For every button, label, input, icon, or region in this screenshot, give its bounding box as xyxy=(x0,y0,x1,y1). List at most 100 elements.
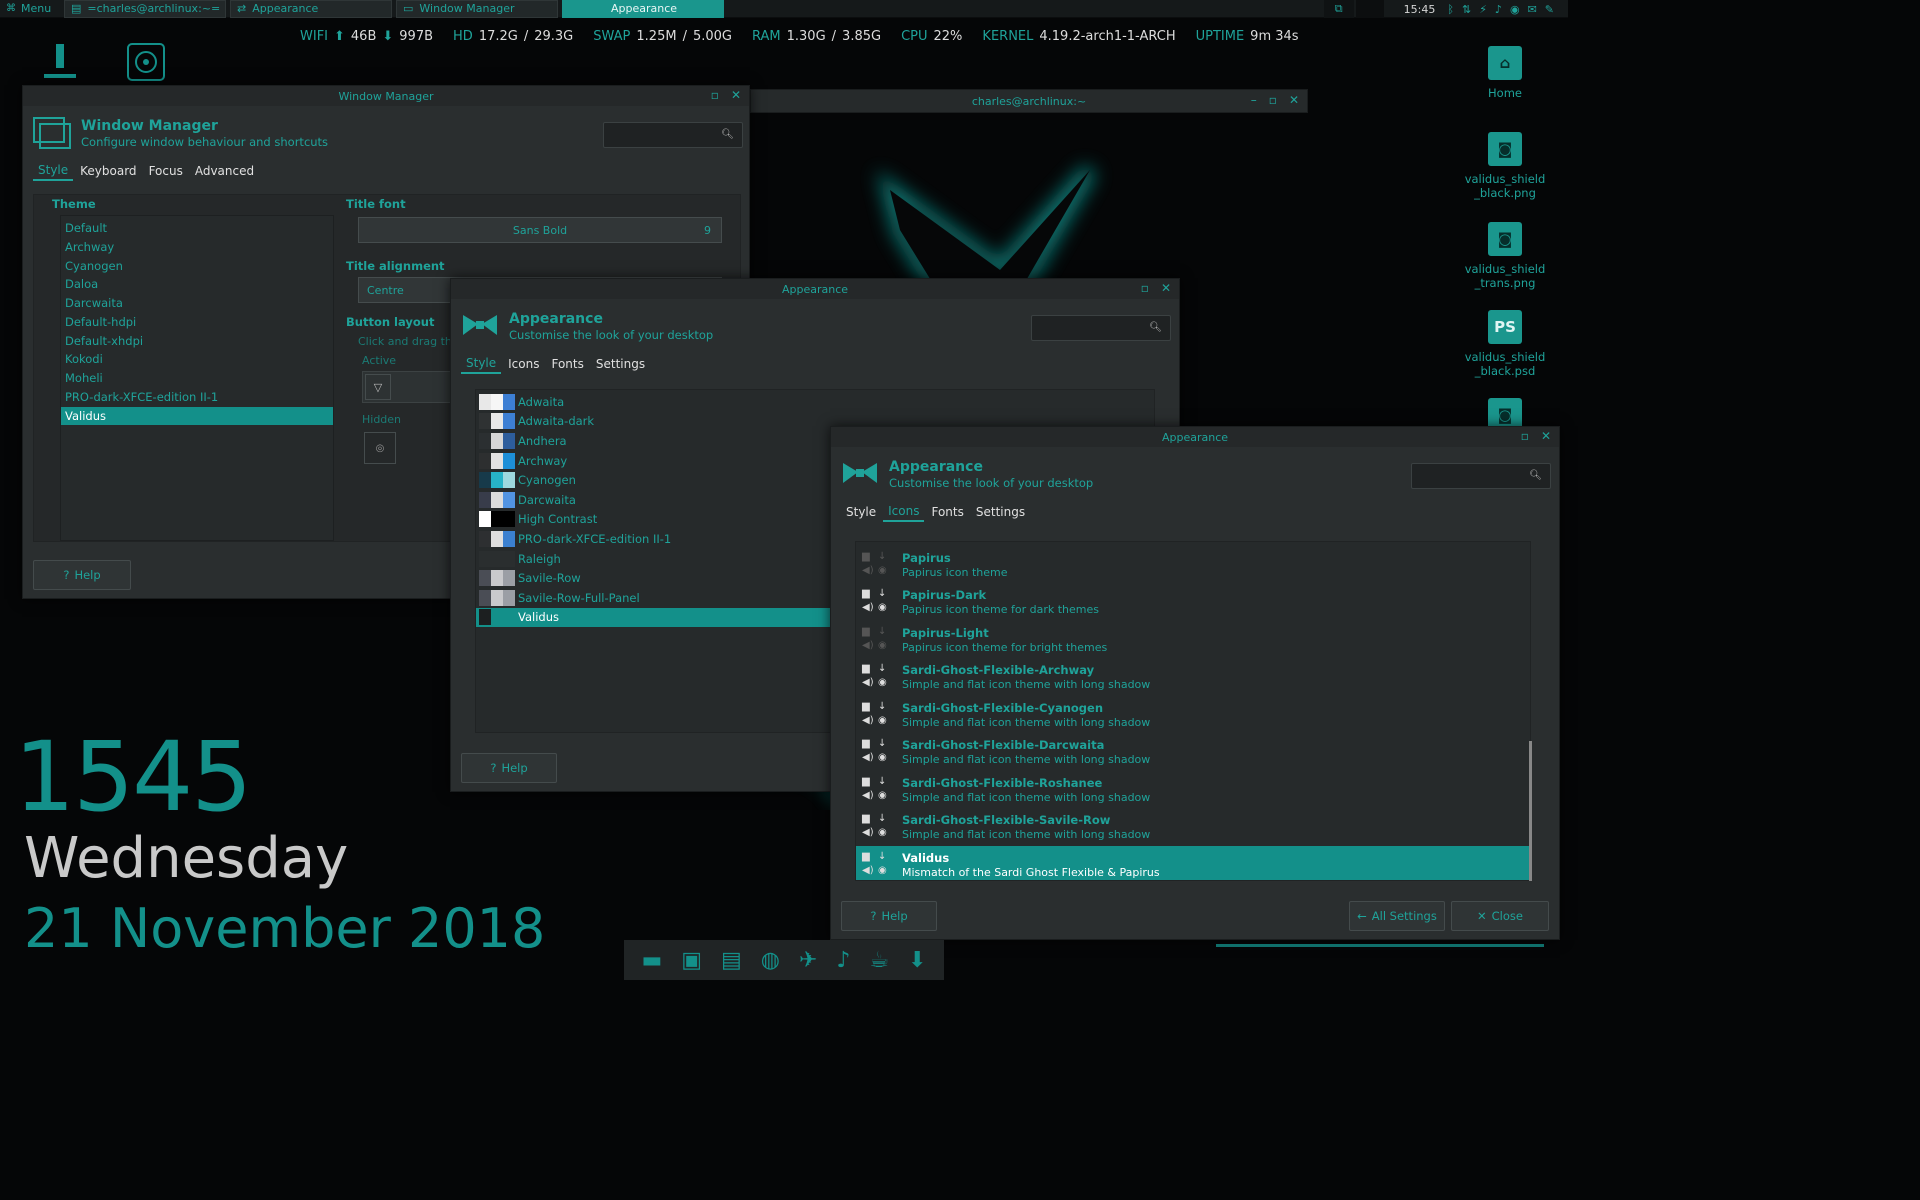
tab-settings[interactable]: Settings xyxy=(971,503,1030,521)
tab-focus[interactable]: Focus xyxy=(144,162,188,180)
icon-theme-item[interactable]: ▆ ↓ ◀) ◉ Sardi-Ghost-Flexible-Roshanee Simple… xyxy=(856,771,1530,809)
window-titlebar[interactable]: Appearance ▫ ✕ xyxy=(451,279,1179,299)
minimize-icon[interactable]: – xyxy=(1251,93,1257,107)
icon-theme-item[interactable]: ▆ ↓ ◀) ◉ Sardi-Ghost-Flexible-Archway Simple … xyxy=(856,659,1530,697)
maximize-icon[interactable]: ▫ xyxy=(1141,281,1149,295)
window-titlebar[interactable]: Window Manager ▫ ✕ xyxy=(23,86,749,106)
close-button[interactable]: ✕ Close xyxy=(1451,901,1549,931)
theme-list-item[interactable]: PRO-dark-XFCE-edition II-1 xyxy=(61,388,333,407)
theme-list-item[interactable]: Moheli xyxy=(61,369,333,388)
icon-theme-item[interactable]: ▆ ↓ ◀) ◉ Papirus-Dark Papirus icon theme for … xyxy=(856,584,1530,622)
workspace-switcher[interactable]: ⧉ xyxy=(1323,0,1354,18)
icon-theme-item[interactable]: ▆ ↓ ◀) ◉ Papirus Papirus icon theme xyxy=(856,546,1530,584)
tab-advanced[interactable]: Advanced xyxy=(190,162,259,180)
volume-icon[interactable]: ♪ xyxy=(1495,3,1502,16)
theme-list-item[interactable]: Cyanogen xyxy=(61,257,333,276)
search-input[interactable]: 🔍︎ xyxy=(1411,463,1551,489)
search-input[interactable]: 🔍︎ xyxy=(1031,315,1171,341)
style-list-item[interactable]: Adwaita xyxy=(476,392,1154,412)
tab-style[interactable]: Style xyxy=(461,354,502,374)
theme-list-item[interactable]: Default-xhdpi xyxy=(61,332,333,351)
menu-button[interactable]: ⌘ Menu xyxy=(0,2,60,15)
taskbar-item-appearance[interactable]: ⇄ Appearance xyxy=(230,0,392,18)
desktop-icon-file[interactable]: ◙ xyxy=(1462,398,1548,428)
music-icon[interactable]: ♪ xyxy=(836,948,850,973)
workspace-2[interactable] xyxy=(1355,0,1384,18)
tab-fonts[interactable]: Fonts xyxy=(926,503,968,521)
usb-drive-icon[interactable] xyxy=(40,42,80,80)
maximize-icon[interactable]: ▫ xyxy=(1269,93,1277,107)
theme-section: Theme Default Archway Cyanogen Daloa Darcwai… xyxy=(42,195,338,541)
teapot-icon[interactable]: ☕ xyxy=(869,948,889,973)
style-preview-swatch xyxy=(476,511,516,528)
icon-theme-item[interactable]: ▆ ↓ ◀) ◉ Papirus-Light Papirus icon theme for… xyxy=(856,621,1530,659)
desktop-icon-file[interactable]: ◙ validus_shield_trans.png xyxy=(1462,222,1548,290)
window-titlebar[interactable]: Appearance ▫ ✕ xyxy=(831,427,1559,447)
mail-icon[interactable]: ✉ xyxy=(1528,3,1537,16)
taskbar-item-appearance-active[interactable]: Appearance xyxy=(562,0,724,18)
terminal-titlebar[interactable]: charles@archlinux:~ – ▫ ✕ xyxy=(750,89,1308,113)
list-scrollbar[interactable] xyxy=(1529,741,1532,881)
network-icon[interactable]: ⇅ xyxy=(1462,3,1471,16)
terminal-icon[interactable]: ▣ xyxy=(681,948,702,973)
help-button[interactable]: ? Help xyxy=(461,753,557,783)
tab-settings[interactable]: Settings xyxy=(591,355,650,373)
title-alignment-label: Title alignment xyxy=(346,259,445,273)
update-icon[interactable]: ◉ xyxy=(1510,3,1520,16)
theme-list[interactable]: Default Archway Cyanogen Daloa Darcwaita Defa… xyxy=(60,215,334,541)
tab-fonts[interactable]: Fonts xyxy=(546,355,588,373)
theme-list-item[interactable]: Default-hdpi xyxy=(61,313,333,332)
show-desktop-icon[interactable]: ▬ xyxy=(641,948,662,973)
power-icon[interactable]: ⚡ xyxy=(1479,3,1487,16)
taskbar-item-terminal[interactable]: ▤ =charles@archlinux:~= xyxy=(64,0,226,18)
theme-list-item[interactable]: Default xyxy=(61,219,333,238)
bluetooth-icon[interactable]: ᛒ xyxy=(1447,3,1454,16)
icon-theme-item[interactable]: ▆ ↓ ◀) ◉ Sardi-Ghost-Flexible-Darcwaita Simpl… xyxy=(856,734,1530,772)
theme-list-item[interactable]: Archway xyxy=(61,238,333,257)
wifi-label: WIFI xyxy=(300,28,328,44)
close-icon[interactable]: ✕ xyxy=(1541,429,1551,443)
taskbar-item-window-manager[interactable]: ▭ Window Manager xyxy=(396,0,558,18)
help-label: Help xyxy=(881,909,908,923)
tab-style[interactable]: Style xyxy=(841,503,881,521)
title-font-button[interactable]: Sans Bold 9 xyxy=(358,217,722,243)
menu-dropdown-button[interactable]: ▽ xyxy=(365,374,391,400)
icon-theme-item[interactable]: ▆ ↓ ◀) ◉ Validus Mismatch of the Sardi Ghost … xyxy=(856,846,1530,880)
appearance-icon: ⇄ xyxy=(237,2,247,15)
icon-theme-list[interactable]: ▆ ↓ ◀) ◉ Papirus Papirus icon theme ▆ ↓ ◀) ◉ Papir… xyxy=(855,541,1531,881)
speaker-icon: ◀) xyxy=(862,714,874,726)
theme-list-item[interactable]: Validus xyxy=(61,406,333,426)
uptime-label: UPTIME xyxy=(1195,28,1245,44)
desktop-icon-home[interactable]: ⌂ Home xyxy=(1462,46,1548,100)
tab-style[interactable]: Style xyxy=(33,161,74,181)
desktop-icon-file[interactable]: PS validus_shield_black.psd xyxy=(1462,310,1548,378)
tab-icons[interactable]: Icons xyxy=(503,355,544,373)
bowtie-icon xyxy=(461,310,499,342)
theme-list-item[interactable]: Daloa xyxy=(61,275,333,294)
theme-list-item[interactable]: Darcwaita xyxy=(61,294,333,313)
notes-icon[interactable]: ✎ xyxy=(1545,3,1554,16)
header-subtitle: Customise the look of your desktop xyxy=(889,475,1094,490)
icon-theme-item[interactable]: ▆ ↓ ◀) ◉ Sardi-Ghost-Flexible-Savile-Row Simp… xyxy=(856,809,1530,847)
maximize-icon[interactable]: ▫ xyxy=(1521,429,1529,443)
browser-icon[interactable]: ◍ xyxy=(761,948,780,973)
tab-keyboard[interactable]: Keyboard xyxy=(75,162,141,180)
maximize-icon[interactable]: ▫ xyxy=(711,88,719,102)
hidden-button[interactable]: ◎ xyxy=(364,432,396,464)
disk-drive-icon[interactable] xyxy=(126,42,166,82)
desktop-icon-file[interactable]: ◙ validus_shield_black.png xyxy=(1462,132,1548,200)
help-button[interactable]: ? Help xyxy=(33,560,131,590)
all-settings-button[interactable]: ← All Settings xyxy=(1349,901,1445,931)
folder-icon[interactable]: ▤ xyxy=(721,948,742,973)
download-manager-icon[interactable]: ⬇ xyxy=(908,948,926,973)
close-icon[interactable]: ✕ xyxy=(1161,281,1171,295)
theme-list-item[interactable]: Kokodi xyxy=(61,350,333,369)
search-input[interactable]: 🔍︎ xyxy=(603,122,743,148)
close-icon[interactable]: ✕ xyxy=(731,88,741,102)
mail-client-icon[interactable]: ✈ xyxy=(799,948,817,973)
panel-clock[interactable]: 15:45 xyxy=(1404,3,1436,16)
icon-theme-item[interactable]: ▆ ↓ ◀) ◉ Sardi-Ghost-Flexible-Cyanogen Simple… xyxy=(856,696,1530,734)
close-icon[interactable]: ✕ xyxy=(1289,93,1299,107)
help-button[interactable]: ? Help xyxy=(841,901,937,931)
tab-icons[interactable]: Icons xyxy=(883,502,925,522)
